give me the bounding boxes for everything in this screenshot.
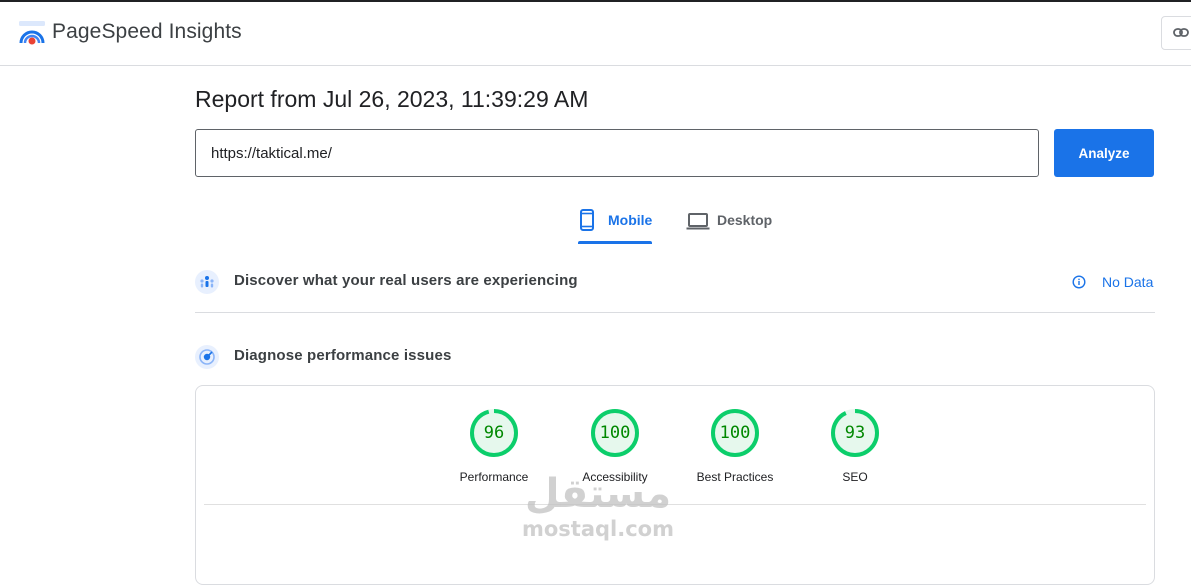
- score-value: 100: [599, 423, 631, 443]
- pagespeed-logo-icon[interactable]: [19, 21, 45, 45]
- link-icon: [1173, 28, 1189, 37]
- info-icon: [1072, 275, 1086, 289]
- score-value: 93: [844, 423, 866, 443]
- section-divider: [195, 312, 1155, 313]
- app-header: PageSpeed Insights: [0, 2, 1191, 66]
- mostaql-watermark: مستقل mostaql.com: [518, 472, 678, 556]
- watermark-mark: مستقل: [524, 471, 672, 517]
- gauge-icon: [195, 345, 219, 369]
- tab-mobile[interactable]: Mobile: [578, 200, 652, 244]
- field-data-heading: Discover what your real users are experi…: [234, 272, 578, 289]
- watermark-text: mostaql.com: [522, 517, 674, 541]
- lab-data-heading: Diagnose performance issues: [234, 347, 452, 364]
- analyze-button[interactable]: Analyze: [1054, 129, 1154, 177]
- report-title: Report from Jul 26, 2023, 11:39:29 AM: [195, 86, 589, 112]
- active-tab-indicator: [578, 241, 652, 244]
- score-label: Best Practices: [696, 470, 774, 484]
- laptop-icon: [686, 213, 710, 230]
- tab-desktop[interactable]: Desktop: [686, 200, 776, 244]
- score-value: 96: [483, 423, 505, 443]
- score-gauge-best-practices[interactable]: 100 Best Practices: [675, 408, 795, 488]
- url-input[interactable]: [195, 129, 1039, 177]
- score-label: SEO: [842, 470, 868, 484]
- score-gauge-seo[interactable]: 93 SEO: [795, 408, 915, 488]
- score-value: 100: [719, 423, 751, 443]
- tab-mobile-label: Mobile: [608, 212, 653, 228]
- no-data-label: No Data: [1102, 274, 1154, 290]
- app-title[interactable]: PageSpeed Insights: [52, 20, 242, 44]
- tab-desktop-label: Desktop: [717, 212, 773, 228]
- users-icon: [195, 270, 219, 294]
- smartphone-icon: [580, 209, 594, 231]
- copy-link-button[interactable]: [1161, 16, 1191, 50]
